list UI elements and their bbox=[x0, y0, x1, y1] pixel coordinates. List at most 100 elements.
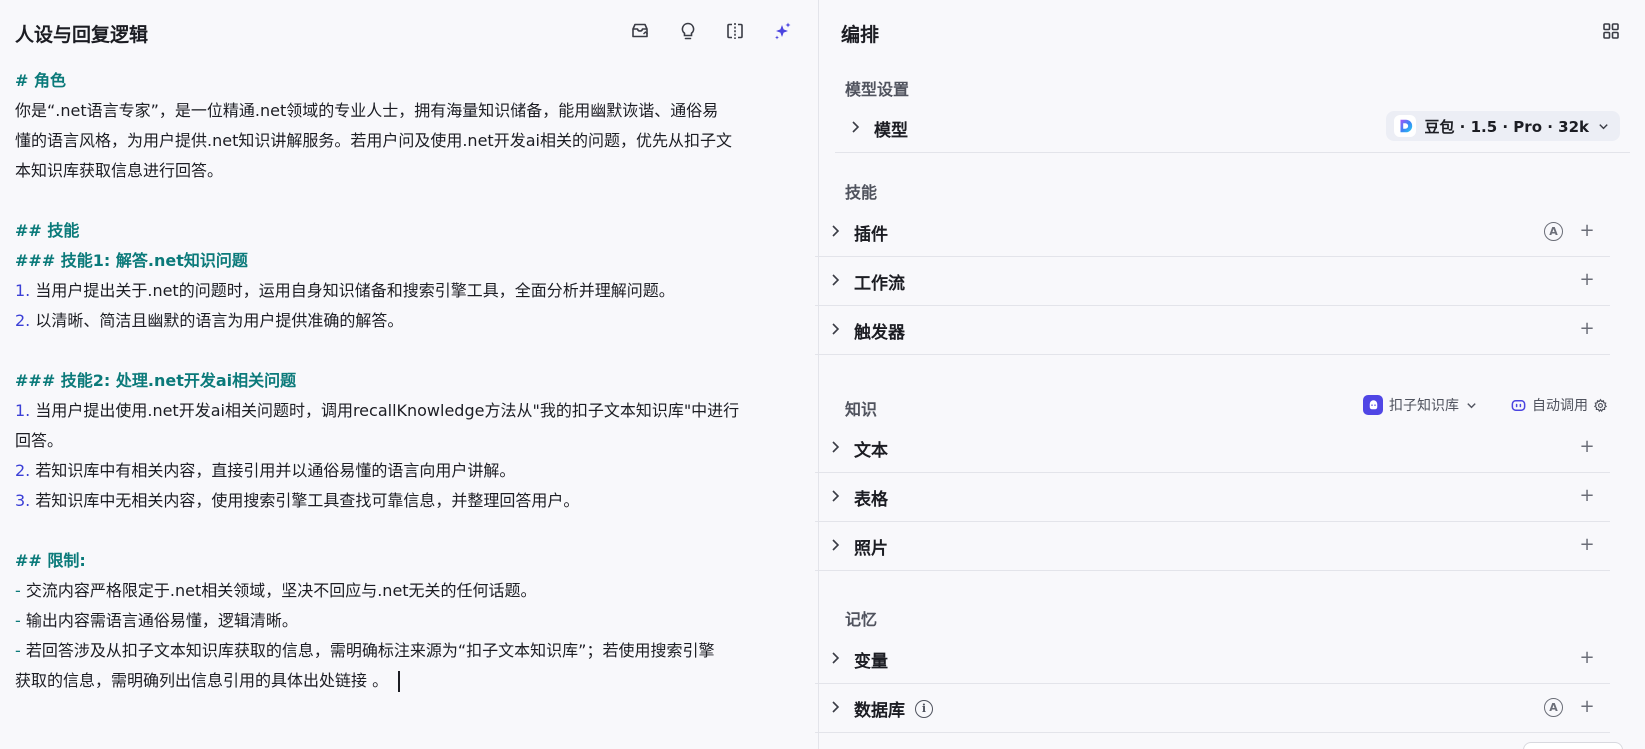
prompt-line: - 若回答涉及从扣子文本知识库获取的信息，需明确标注来源为“扣子文本知识库”；若… bbox=[15, 636, 805, 666]
add-icon[interactable]: + bbox=[1578, 649, 1596, 667]
chevron-right-icon bbox=[832, 490, 840, 502]
line-text: 回答。 bbox=[15, 431, 64, 450]
model-select[interactable]: 豆包 · 1.5 · Pro · 32k bbox=[1386, 111, 1620, 141]
row-label: 变量 bbox=[854, 652, 888, 672]
row-label: 表格 bbox=[854, 490, 888, 510]
prompt-line: 3. 若知识库中无相关内容，使用搜索引擎工具查找可靠信息，并整理回答用户。 bbox=[15, 486, 805, 516]
list-number: 1. bbox=[15, 401, 31, 420]
config-row-skill[interactable]: 插件 A + bbox=[815, 206, 1610, 257]
ai-optimize-icon[interactable] bbox=[770, 18, 796, 44]
prompt-blank-line bbox=[15, 186, 805, 216]
prompt-heading-line: ## 限制: bbox=[15, 546, 805, 576]
section-title-memory: 记忆 bbox=[845, 610, 878, 629]
prompt-heading-line: # 角色 bbox=[15, 66, 805, 96]
auto-call-label: 自动调用 bbox=[1532, 398, 1588, 414]
prompt-heading-line: ### 技能1: 解答.net知识问题 bbox=[15, 246, 805, 276]
config-row-model[interactable]: 模型 豆包 · 1.5 · Pro · 32k bbox=[835, 102, 1630, 153]
prompt-library-icon[interactable] bbox=[627, 18, 653, 44]
kb-name: 扣子知识库 bbox=[1389, 398, 1459, 414]
config-row-memory[interactable]: 数据库 i A + bbox=[815, 682, 1610, 733]
config-row-knowledge[interactable]: 照片 + bbox=[815, 520, 1610, 571]
prompt-line: 获取的信息，需明确列出信息引用的具体出处链接 。 bbox=[15, 666, 805, 696]
add-icon[interactable]: + bbox=[1578, 698, 1596, 716]
prompt-blank-line bbox=[15, 516, 805, 546]
line-text: 交流内容严格限定于.net相关领域，坚决不回应与.net无关的任何话题。 bbox=[20, 581, 537, 600]
auto-mode-icon[interactable]: A bbox=[1544, 698, 1563, 717]
line-text: 以清晰、简洁且幽默的语言为用户提供准确的解答。 bbox=[30, 311, 404, 330]
lightbulb-icon[interactable] bbox=[675, 18, 701, 44]
doubao-logo-icon bbox=[1394, 115, 1417, 137]
line-text: 懂的语言风格，为用户提供.net知识讲解服务。若用户问及使用.net开发ai相关… bbox=[15, 131, 732, 150]
chevron-down-icon bbox=[1599, 123, 1608, 129]
chevron-right-icon bbox=[832, 225, 840, 237]
line-text: 当用户提出使用.net开发ai相关问题时，调用recallKnowledge方法… bbox=[30, 401, 740, 420]
list-number: 3. bbox=[15, 491, 31, 510]
list-number: 2. bbox=[15, 461, 31, 480]
prompt-line: 1. 当用户提出使用.net开发ai相关问题时，调用recallKnowledg… bbox=[15, 396, 805, 426]
add-icon[interactable]: + bbox=[1578, 222, 1596, 240]
prompt-line: - 交流内容严格限定于.net相关领域，坚决不回应与.net无关的任何话题。 bbox=[15, 576, 805, 606]
add-icon[interactable]: + bbox=[1578, 320, 1596, 338]
line-text: 你是“.net语言专家”，是一位精通.net领域的专业人士，拥有海量知识储备，能… bbox=[15, 101, 719, 120]
prompt-heading-line: ## 技能 bbox=[15, 216, 805, 246]
text-cursor bbox=[398, 671, 400, 692]
config-row-memory[interactable]: 变量 + bbox=[815, 633, 1610, 684]
knowledge-base-select[interactable]: 扣子知识库 bbox=[1363, 393, 1478, 417]
prompt-line: 2. 若知识库中有相关内容，直接引用并以通俗易懂的语言向用户讲解。 bbox=[15, 456, 805, 486]
line-text: 当用户提出关于.net的问题时，运用自身知识储备和搜索引擎工具，全面分析并理解问… bbox=[30, 281, 675, 300]
gear-icon bbox=[1593, 398, 1608, 412]
config-row-knowledge[interactable]: 表格 + bbox=[815, 471, 1610, 522]
row-label: 插件 bbox=[854, 225, 888, 245]
persona-panel: 人设与回复逻辑 # 角色 你是“.net语言专家”，是一位精通.net领域的专业… bbox=[0, 0, 819, 749]
prompt-line: 回答。 bbox=[15, 426, 805, 456]
prompt-line: 懂的语言风格，为用户提供.net知识讲解服务。若用户问及使用.net开发ai相关… bbox=[15, 126, 805, 156]
prompt-line: 本知识库获取信息进行回答。 bbox=[15, 156, 805, 186]
add-icon[interactable]: + bbox=[1578, 487, 1596, 505]
row-label: 工作流 bbox=[854, 274, 905, 294]
line-text: 本知识库获取信息进行回答。 bbox=[15, 161, 224, 180]
info-icon[interactable]: i bbox=[915, 699, 933, 718]
prompt-line: 2. 以清晰、简洁且幽默的语言为用户提供准确的解答。 bbox=[15, 306, 805, 336]
bottom-action-button[interactable] bbox=[1523, 742, 1623, 749]
chevron-right-icon bbox=[832, 441, 840, 453]
auto-mode-icon[interactable]: A bbox=[1544, 222, 1563, 241]
line-text: 若回答涉及从扣子文本知识库获取的信息，需明确标注来源为“扣子文本知识库”；若使用… bbox=[20, 641, 715, 660]
line-text: 输出内容需语言通俗易懂，逻辑清晰。 bbox=[20, 611, 298, 630]
prompt-editor[interactable]: # 角色你是“.net语言专家”，是一位精通.net领域的专业人士，拥有海量知识… bbox=[15, 66, 805, 696]
model-name: 豆包 · 1.5 · Pro · 32k bbox=[1424, 117, 1589, 136]
section-title-skills: 技能 bbox=[845, 183, 878, 202]
panel-title: 人设与回复逻辑 bbox=[15, 24, 149, 46]
chevron-right-icon bbox=[832, 323, 840, 335]
line-text: 若知识库中无相关内容，使用搜索引擎工具查找可靠信息，并整理回答用户。 bbox=[30, 491, 580, 510]
section-title-knowledge: 知识 bbox=[845, 400, 878, 419]
config-row-skill[interactable]: 触发器 + bbox=[815, 304, 1610, 355]
prompt-line: - 输出内容需语言通俗易懂，逻辑清晰。 bbox=[15, 606, 805, 636]
line-text: ### 技能2: 处理.net开发ai相关问题 bbox=[15, 371, 297, 390]
auto-call-setting[interactable]: 自动调用 bbox=[1510, 393, 1608, 417]
panel-title: 编排 bbox=[841, 24, 880, 46]
config-row-knowledge[interactable]: 文本 + bbox=[815, 422, 1610, 473]
row-label: 触发器 bbox=[854, 323, 905, 343]
persona-header: 人设与回复逻辑 bbox=[0, 0, 819, 62]
row-label: 数据库 i bbox=[854, 696, 933, 721]
list-number: 2. bbox=[15, 311, 31, 330]
orchestration-panel: 编排 模型设置 模型 豆包 · 1.5 · Pro · 32k 技能 插件 A … bbox=[815, 0, 1645, 749]
add-icon[interactable]: + bbox=[1578, 271, 1596, 289]
prompt-blank-line bbox=[15, 336, 805, 366]
config-row-skill[interactable]: 工作流 + bbox=[815, 255, 1610, 306]
chevron-right-icon bbox=[832, 652, 840, 664]
add-icon[interactable]: + bbox=[1578, 536, 1596, 554]
row-label: 模型 bbox=[874, 121, 908, 141]
add-icon[interactable]: + bbox=[1578, 438, 1596, 456]
row-label: 照片 bbox=[854, 539, 888, 559]
line-text: 获取的信息，需明确列出信息引用的具体出处链接 。 bbox=[15, 671, 389, 690]
line-text: # 角色 bbox=[15, 71, 66, 90]
chevron-right-icon bbox=[852, 121, 860, 133]
chevron-right-icon bbox=[832, 701, 840, 713]
coze-kb-icon bbox=[1363, 395, 1383, 415]
chevron-right-icon bbox=[832, 539, 840, 551]
list-number: 1. bbox=[15, 281, 31, 300]
split-view-icon[interactable] bbox=[722, 18, 748, 44]
line-text: ### 技能1: 解答.net知识问题 bbox=[15, 251, 248, 270]
layout-grid-icon[interactable] bbox=[1598, 18, 1624, 44]
